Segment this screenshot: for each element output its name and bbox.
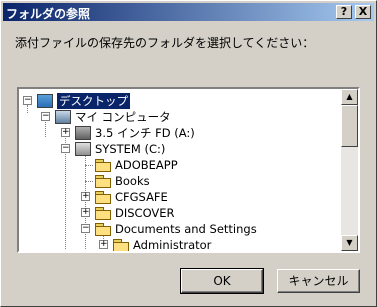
- folder-icon: [95, 207, 111, 220]
- computer-icon: [55, 110, 71, 124]
- tree-item-label: Administrator: [133, 238, 212, 251]
- expand-icon[interactable]: +: [81, 192, 90, 201]
- tree-item[interactable]: − マイ コンピュータ: [19, 109, 339, 125]
- instruction-text: 添付ファイルの保存先のフォルダを選択してください：: [15, 36, 315, 50]
- tree-item[interactable]: + CFGSAFE: [19, 189, 339, 205]
- tree-item-label: マイ コンピュータ: [75, 110, 171, 124]
- desktop-icon: [37, 94, 53, 108]
- ok-button[interactable]: OK: [180, 268, 264, 294]
- folder-icon: [95, 191, 111, 204]
- floppy-icon: [75, 126, 91, 140]
- folder-icon: [95, 223, 111, 236]
- title-bar: フォルダの参照 ? X: [3, 3, 374, 21]
- tree-item[interactable]: +3.5 インチ FD (A:): [19, 125, 339, 141]
- scroll-up-button[interactable]: ▲: [341, 89, 358, 105]
- close-button[interactable]: X: [355, 5, 371, 19]
- collapse-icon[interactable]: −: [61, 144, 70, 153]
- browse-folder-dialog: フォルダの参照 ? X 添付ファイルの保存先のフォルダを選択してください： − デ…: [0, 0, 377, 307]
- expand-icon[interactable]: +: [61, 128, 70, 137]
- help-button[interactable]: ?: [336, 5, 352, 19]
- scroll-down-button[interactable]: ▼: [341, 235, 358, 251]
- expand-icon[interactable]: +: [99, 240, 108, 249]
- tree-connector: [85, 181, 93, 182]
- tree-item[interactable]: − デスクトップ: [19, 92, 339, 110]
- tree-item[interactable]: Books: [19, 173, 339, 189]
- expand-icon[interactable]: +: [81, 208, 90, 217]
- collapse-icon[interactable]: −: [23, 96, 32, 105]
- folder-icon: [113, 239, 129, 251]
- collapse-icon[interactable]: −: [41, 112, 50, 121]
- window-title: フォルダの参照: [6, 7, 91, 21]
- vertical-scrollbar[interactable]: ▲ ▼: [341, 89, 358, 251]
- tree-item-label: CFGSAFE: [115, 190, 168, 204]
- folder-tree-viewport: − デスクトップ − マイ コンピュータ +3.5 インチ FD (A:) − SYSTEM…: [19, 89, 341, 251]
- tree-item[interactable]: + DISCOVER: [19, 205, 339, 221]
- harddisk-icon: [75, 142, 91, 156]
- tree-item-label: ADOBEAPP: [115, 158, 178, 172]
- tree-item-label: Documents and Settings: [115, 222, 257, 236]
- tree-item-label: Books: [115, 174, 150, 188]
- tree-item-label: デスクトップ: [56, 92, 131, 110]
- cancel-button[interactable]: キャンセル: [277, 269, 360, 293]
- folder-icon: [95, 159, 111, 172]
- tree-connector: [85, 165, 93, 166]
- folder-tree[interactable]: − デスクトップ − マイ コンピュータ +3.5 インチ FD (A:) − SYSTEM…: [17, 87, 360, 253]
- tree-item-label: DISCOVER: [115, 206, 175, 220]
- tree-item-label: SYSTEM (C:): [95, 142, 166, 156]
- folder-icon: [95, 175, 111, 188]
- scroll-thumb[interactable]: [341, 105, 358, 147]
- tree-item[interactable]: + Administrator: [19, 237, 339, 251]
- tree-item[interactable]: − Documents and Settings: [19, 221, 339, 237]
- tree-item-label: 3.5 インチ FD (A:): [95, 126, 195, 140]
- tree-item[interactable]: − SYSTEM (C:): [19, 141, 339, 157]
- collapse-icon[interactable]: −: [81, 224, 90, 233]
- tree-item[interactable]: ADOBEAPP: [19, 157, 339, 173]
